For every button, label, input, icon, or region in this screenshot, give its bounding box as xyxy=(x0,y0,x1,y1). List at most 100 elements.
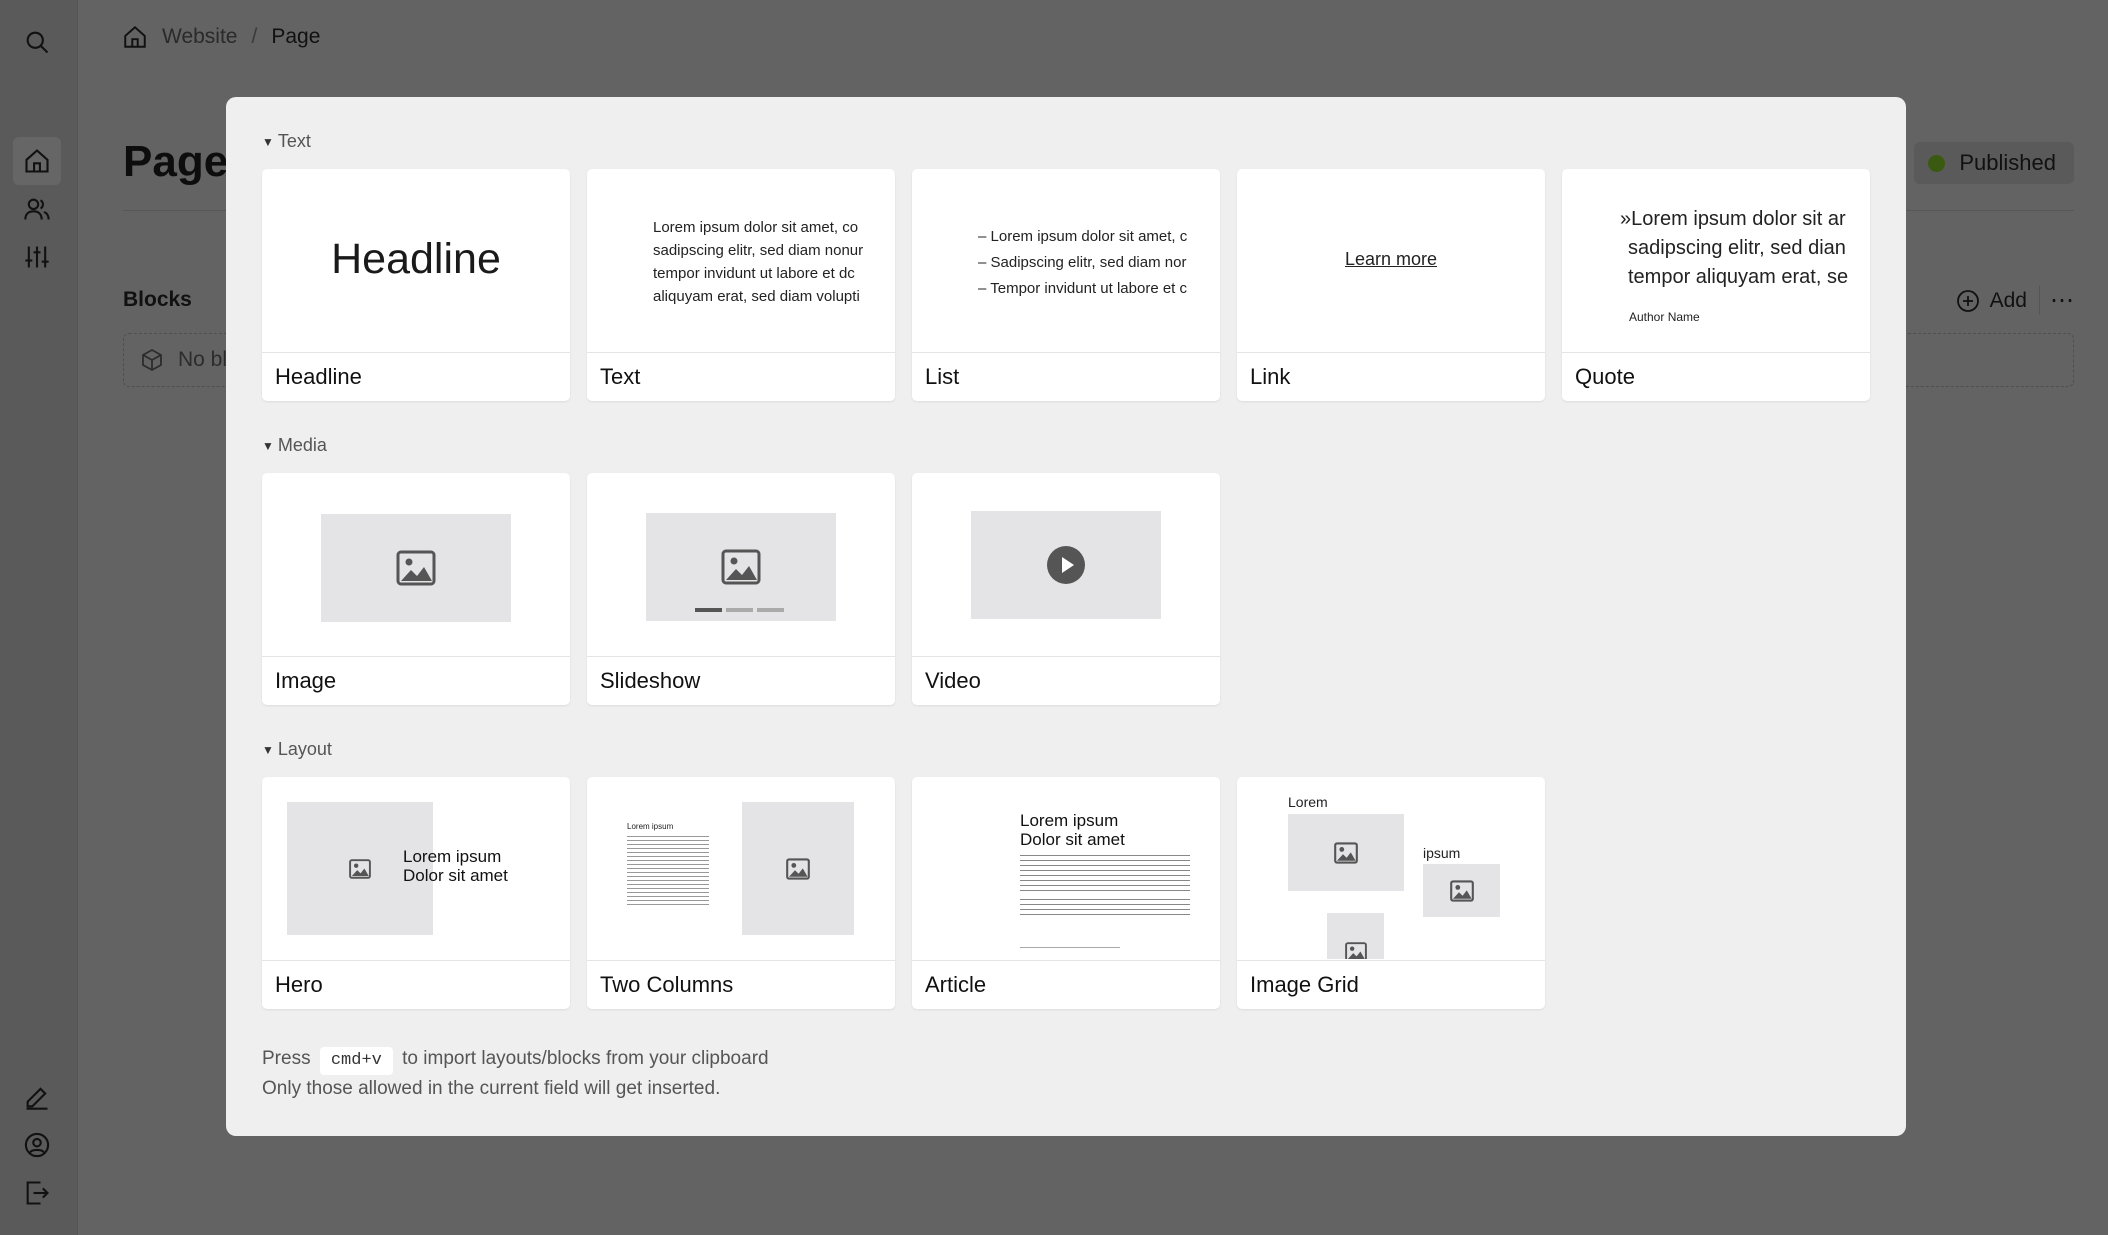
breadcrumb-separator: / xyxy=(251,25,258,48)
block-card-list[interactable]: – Lorem ipsum dolor sit amet, c – Sadips… xyxy=(912,169,1220,401)
sidebar xyxy=(0,0,78,1235)
text-line: tempor invidunt ut labore et dc xyxy=(653,265,855,282)
section-title-media: Media xyxy=(277,435,327,455)
text-blocks-grid: Headline Headline Lorem ipsum dolor sit … xyxy=(262,169,1870,401)
block-card-article[interactable]: Lorem ipsum Dolor sit amet Article xyxy=(912,777,1220,1009)
blocks-field-label: Blocks xyxy=(123,288,192,311)
settings-sliders-icon xyxy=(25,246,49,268)
slide-indicator-active xyxy=(695,608,722,612)
home-icon xyxy=(25,149,49,173)
video-preview xyxy=(912,473,1220,655)
triangle-down-icon: ▼ xyxy=(262,134,274,149)
clipboard-hint: Press cmd+v to import layouts/blocks fro… xyxy=(262,1045,769,1103)
list-line: – Lorem ipsum dolor sit amet, c xyxy=(978,228,1188,245)
nav-users[interactable] xyxy=(13,185,61,233)
search-button[interactable] xyxy=(13,18,61,66)
block-card-label: Link xyxy=(1237,352,1545,401)
text-preview-lines: Lorem ipsum dolor sit amet, co sadipscin… xyxy=(653,216,863,308)
block-card-hero[interactable]: Lorem ipsum Dolor sit amet Hero xyxy=(262,777,570,1009)
section-title-text: Text xyxy=(277,131,311,151)
list-line: – Tempor invidunt ut labore et c xyxy=(978,280,1188,297)
slideshow-preview xyxy=(587,473,895,655)
hero-line: Dolor sit amet xyxy=(403,866,508,885)
grid-caption: ipsum xyxy=(1423,845,1461,861)
slide-indicator xyxy=(757,608,784,612)
block-card-text[interactable]: Lorem ipsum dolor sit amet, co sadipscin… xyxy=(587,169,895,401)
article-text-lines xyxy=(1020,855,1190,893)
block-card-slideshow[interactable]: Slideshow xyxy=(587,473,895,705)
article-line: Lorem ipsum xyxy=(1020,811,1119,830)
quote-preview: »Lorem ipsum dolor sit ar sadipscing eli… xyxy=(1562,169,1870,351)
quote-line: tempor aliquyam erat, se xyxy=(1628,266,1849,288)
plus-circle-icon xyxy=(1956,289,1979,312)
clipboard-hint-line1: Press cmd+v to import layouts/blocks fro… xyxy=(262,1045,769,1075)
text-line: Lorem ipsum dolor sit amet, co xyxy=(653,219,859,236)
breadcrumb-page[interactable]: Page xyxy=(271,25,320,49)
block-card-link[interactable]: Learn more Link xyxy=(1237,169,1545,401)
hero-line: Lorem ipsum xyxy=(403,847,502,866)
status-button[interactable]: Published xyxy=(1914,142,2074,184)
block-card-quote[interactable]: »Lorem ipsum dolor sit ar sadipscing eli… xyxy=(1562,169,1870,401)
play-icon xyxy=(971,511,1161,619)
media-blocks-grid: Image Slideshow Video xyxy=(262,473,1220,705)
block-card-two-columns[interactable]: Lorem ipsum Two Columns xyxy=(587,777,895,1009)
article-line: Dolor sit amet xyxy=(1020,830,1125,849)
text-line: aliquyam erat, sed diam volupti xyxy=(653,288,860,305)
shortcut-key: cmd+v xyxy=(319,1047,393,1075)
blocks-actions: Add ⋯ xyxy=(1956,286,2074,315)
edit-icon xyxy=(26,1087,48,1110)
section-toggle-media[interactable]: ▼ Media xyxy=(262,435,327,456)
block-card-image[interactable]: Image xyxy=(262,473,570,705)
status-dot-icon xyxy=(1928,154,1946,172)
changes-button[interactable] xyxy=(13,1073,61,1121)
image-icon xyxy=(742,802,854,935)
triangle-down-icon: ▼ xyxy=(262,438,274,453)
list-line: – Sadipscing elitr, sed diam nor xyxy=(978,254,1187,271)
quote-preview-lines: »Lorem ipsum dolor sit ar sadipscing eli… xyxy=(1620,205,1866,292)
logout-button[interactable] xyxy=(13,1169,61,1217)
image-icon xyxy=(1288,814,1404,891)
hint-rest: to import layouts/blocks from your clipb… xyxy=(402,1048,769,1069)
clipboard-hint-line2: Only those allowed in the current field … xyxy=(262,1078,721,1099)
block-card-headline[interactable]: Headline Headline xyxy=(262,169,570,401)
nav-system[interactable] xyxy=(13,233,61,281)
account-button[interactable] xyxy=(13,1121,61,1169)
link-preview: Learn more xyxy=(1237,169,1545,351)
more-options-button[interactable]: ⋯ xyxy=(2039,286,2074,315)
block-card-label: Image Grid xyxy=(1237,960,1545,1009)
image-icon xyxy=(321,514,511,622)
triangle-down-icon: ▼ xyxy=(262,742,274,757)
block-card-label: Text xyxy=(587,352,895,401)
block-card-image-grid[interactable]: Lorem ipsum Image Grid xyxy=(1237,777,1545,1009)
account-icon xyxy=(24,1132,50,1158)
block-card-label: Slideshow xyxy=(587,656,895,705)
block-card-label: List xyxy=(912,352,1220,401)
box-icon xyxy=(142,348,162,372)
section-toggle-text[interactable]: ▼ Text xyxy=(262,131,311,152)
home-icon[interactable] xyxy=(122,24,148,50)
slide-indicator xyxy=(726,608,753,612)
block-card-label: Image xyxy=(262,656,570,705)
status-label: Published xyxy=(1959,150,2056,175)
quote-line: sadipscing elitr, sed dian xyxy=(1628,237,1846,259)
breadcrumb: Website / Page xyxy=(122,24,320,50)
empty-text: No bl xyxy=(178,348,228,371)
article-preview: Lorem ipsum Dolor sit amet xyxy=(912,777,1220,959)
breadcrumb-website[interactable]: Website xyxy=(162,25,237,49)
text-preview: Lorem ipsum dolor sit amet, co sadipscin… xyxy=(587,169,895,351)
quote-line: »Lorem ipsum dolor sit ar xyxy=(1620,208,1846,230)
text-lines-placeholder xyxy=(627,836,709,906)
text-line: sadipscing elitr, sed diam nonur xyxy=(653,242,864,259)
layout-blocks-grid: Lorem ipsum Dolor sit amet Hero Lorem ip… xyxy=(262,777,1545,1009)
headline-preview: Headline xyxy=(262,169,570,351)
article-rule xyxy=(1020,947,1120,948)
list-preview: – Lorem ipsum dolor sit amet, c – Sadips… xyxy=(912,169,1220,351)
two-columns-preview: Lorem ipsum xyxy=(587,777,895,959)
image-grid-preview: Lorem ipsum xyxy=(1237,777,1545,959)
block-card-video[interactable]: Video xyxy=(912,473,1220,705)
image-preview xyxy=(262,473,570,655)
page-title: Page xyxy=(123,137,229,186)
section-toggle-layout[interactable]: ▼ Layout xyxy=(262,739,332,760)
add-block-button[interactable]: Add xyxy=(1956,289,2027,313)
nav-home[interactable] xyxy=(13,137,61,185)
